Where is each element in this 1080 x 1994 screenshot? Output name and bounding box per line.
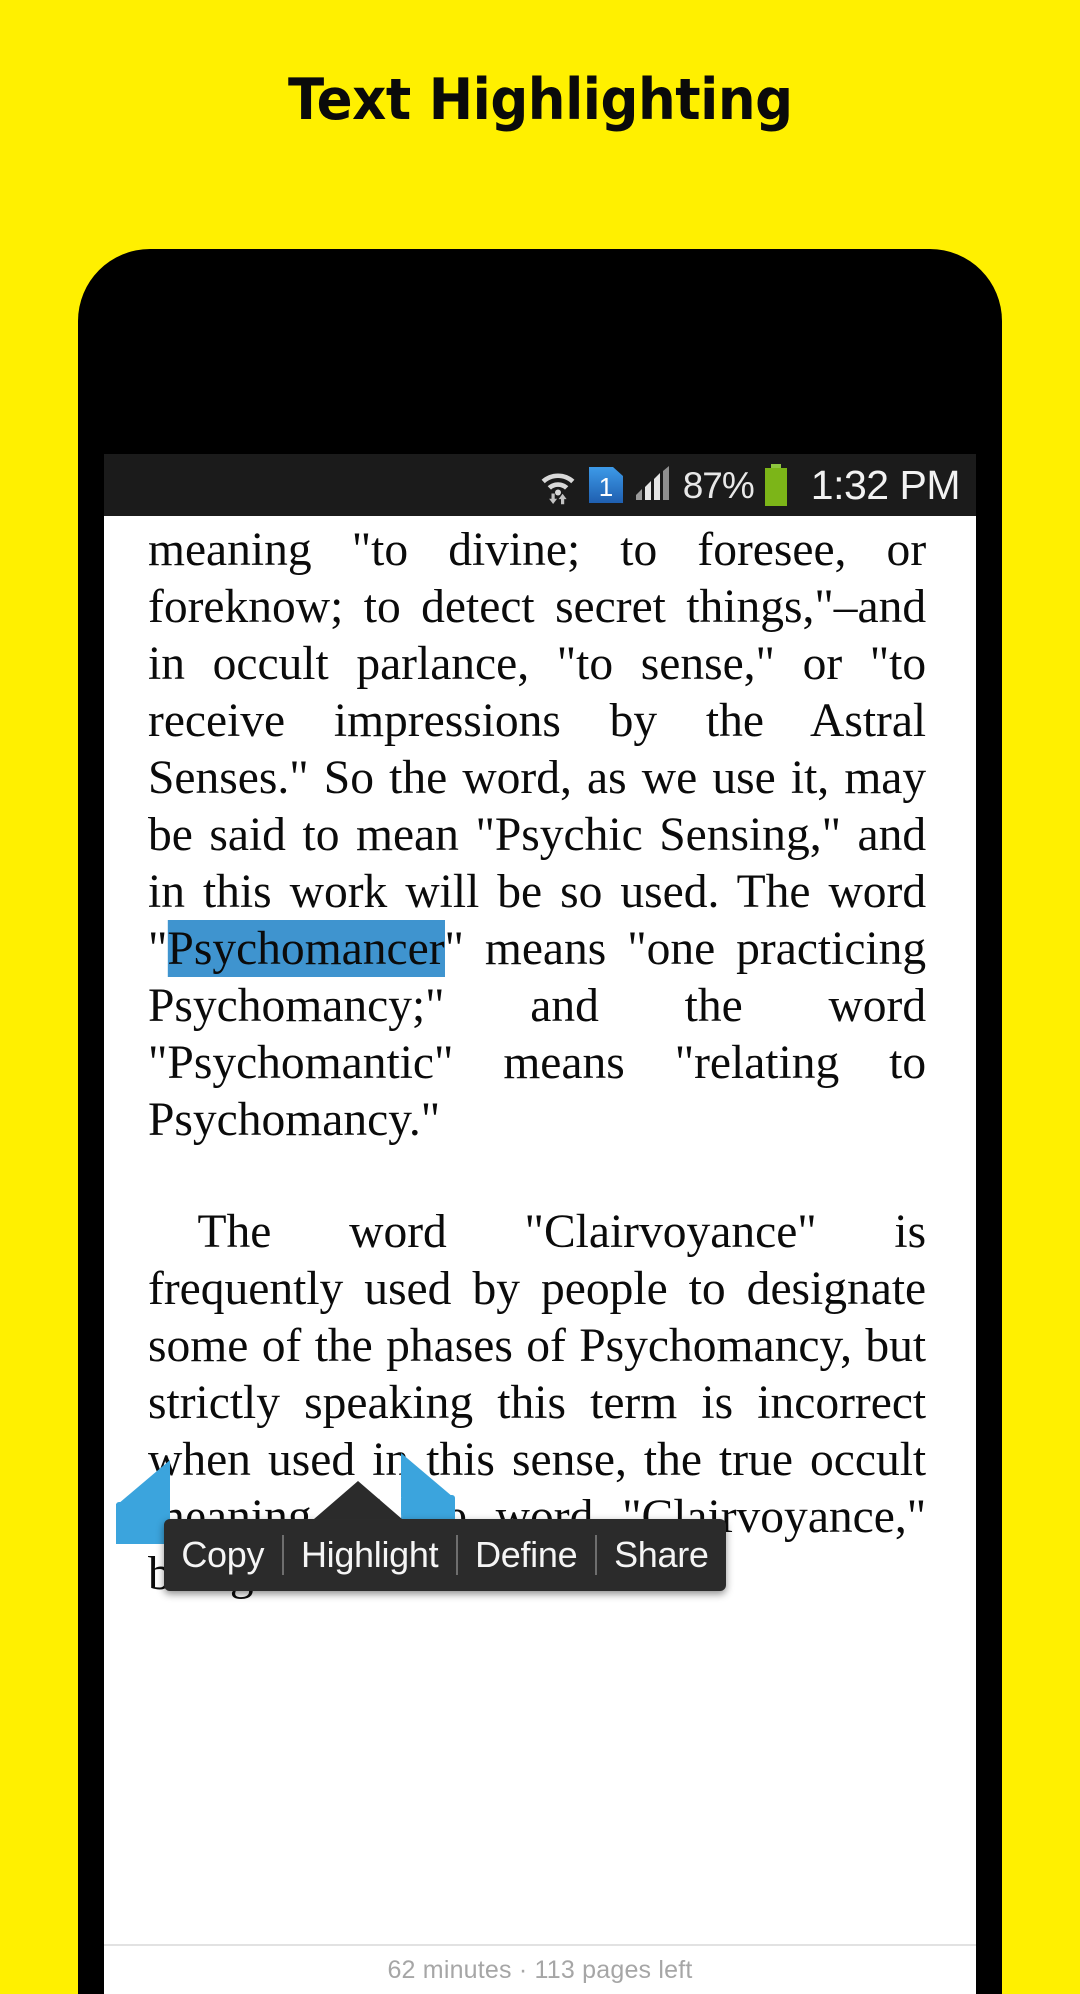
- context-menu-item-share[interactable]: Share: [597, 1534, 726, 1576]
- phone-screen: 1 87% 1:32 PM meaning "to divine; to for…: [104, 454, 976, 1994]
- status-bar-clock: 1:32 PM: [810, 461, 961, 508]
- promo-header: Text Highlighting: [0, 0, 1080, 200]
- text-selection-context-menu[interactable]: Copy Highlight Define Share: [164, 1481, 726, 1591]
- book-text-body[interactable]: meaning "to divine; to foresee, or forek…: [148, 521, 934, 1602]
- context-menu-pointer-icon: [314, 1481, 402, 1519]
- paragraph-1-part-1: meaning "to divine; to foresee, or forek…: [148, 523, 927, 975]
- context-menu-item-highlight[interactable]: Highlight: [284, 1534, 456, 1576]
- reading-progress-bar: 62 minutes · 113 pages left: [104, 1944, 976, 1994]
- reading-progress-label: 62 minutes · 113 pages left: [387, 1955, 693, 1984]
- context-menu-item-define[interactable]: Define: [458, 1534, 595, 1576]
- page-title: Text Highlighting: [287, 67, 793, 133]
- paragraph-1[interactable]: meaning "to divine; to foresee, or forek…: [148, 521, 926, 1148]
- signal-bars-icon: [634, 466, 674, 504]
- wifi-icon: [538, 465, 578, 505]
- battery-icon: [763, 464, 789, 506]
- reader-page[interactable]: meaning "to divine; to foresee, or forek…: [104, 516, 976, 1994]
- battery-percent-label: 87%: [682, 464, 755, 506]
- sim-card-icon: 1: [587, 464, 625, 506]
- selected-word[interactable]: Psychomancer: [167, 920, 445, 977]
- status-bar: 1 87% 1:32 PM: [104, 454, 976, 516]
- status-bar-icons: 1 87% 1:32 PM: [538, 461, 961, 508]
- svg-text:1: 1: [599, 472, 613, 502]
- phone-frame: 1 87% 1:32 PM meaning "to divine; to for…: [78, 249, 1002, 1994]
- context-menu-item-copy[interactable]: Copy: [164, 1534, 282, 1576]
